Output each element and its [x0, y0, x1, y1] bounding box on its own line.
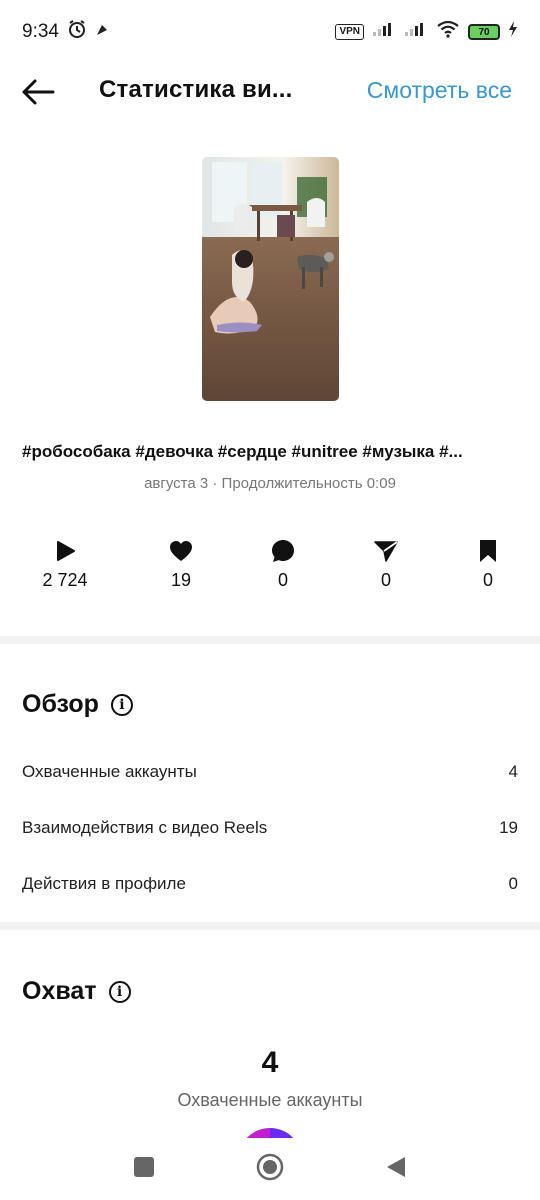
info-icon[interactable]: i — [108, 980, 131, 1003]
metric-value: 0 — [380, 570, 391, 590]
status-bar: 9:34 VPN 70 — [0, 0, 540, 64]
row-label: Охваченные аккаунты — [22, 762, 197, 781]
row-value: 4 — [508, 762, 518, 781]
heart-icon — [141, 536, 221, 566]
reach-count: 4 — [261, 1046, 279, 1079]
metrics-row: 2 724 19 0 0 0 — [0, 536, 540, 596]
share-icon — [346, 536, 426, 566]
overview-title: Обзор — [22, 690, 99, 718]
header: Статистика ви... Смотреть все — [0, 64, 540, 120]
recent-apps-button[interactable] — [133, 1156, 155, 1183]
charging-icon — [508, 21, 518, 43]
metric-saves: 0 — [448, 536, 528, 591]
system-nav-bar — [0, 1138, 540, 1200]
metric-likes: 19 — [141, 536, 221, 591]
metric-value: 19 — [170, 570, 192, 590]
row-label: Действия в профиле — [22, 874, 186, 893]
row-label: Взаимодействия с видео Reels — [22, 818, 268, 837]
row-value: 0 — [508, 874, 518, 893]
wifi-icon — [436, 20, 460, 44]
battery-indicator: 70 — [468, 24, 500, 40]
metric-value: 0 — [277, 570, 288, 590]
row-value: 19 — [499, 818, 518, 837]
bookmark-icon — [448, 536, 528, 566]
signal-icon-2 — [404, 21, 428, 43]
comment-icon — [243, 536, 323, 566]
status-time: 9:34 — [22, 21, 59, 42]
back-button[interactable] — [385, 1156, 407, 1183]
metric-value: 0 — [482, 570, 493, 590]
notification-icon — [95, 21, 109, 43]
reach-section-title: Охват i — [22, 977, 131, 1006]
post-meta: августа 3 · Продолжительность 0:09 — [144, 475, 396, 492]
info-icon[interactable]: i — [110, 693, 133, 716]
reach-title: Охват — [22, 977, 97, 1005]
signal-icon — [372, 21, 396, 43]
metric-plays: 2 724 — [25, 536, 105, 591]
video-thumbnail[interactable] — [202, 157, 339, 401]
section-divider — [0, 636, 540, 644]
metric-comments: 0 — [243, 536, 323, 591]
see-all-link[interactable]: Смотреть все — [367, 77, 512, 104]
home-button[interactable] — [256, 1153, 284, 1186]
play-icon — [25, 536, 105, 566]
metric-shares: 0 — [346, 536, 426, 591]
overview-row-profile-actions[interactable]: Действия в профиле 0 — [22, 874, 518, 894]
metric-value: 2 724 — [42, 570, 88, 590]
section-divider — [0, 922, 540, 930]
overview-row-interactions[interactable]: Взаимодействия с видео Reels 19 — [22, 818, 518, 838]
alarm-icon — [67, 19, 87, 45]
reach-label: Охваченные аккаунты — [177, 1090, 363, 1110]
overview-section-title: Обзор i — [22, 690, 133, 719]
vpn-badge: VPN — [335, 24, 364, 40]
page-title: Статистика ви... — [99, 76, 293, 103]
back-arrow-icon[interactable] — [20, 76, 56, 108]
overview-row-reached[interactable]: Охваченные аккаунты 4 — [22, 762, 518, 782]
post-caption: #робособака #девочка #сердце #unitree #м… — [22, 442, 463, 461]
